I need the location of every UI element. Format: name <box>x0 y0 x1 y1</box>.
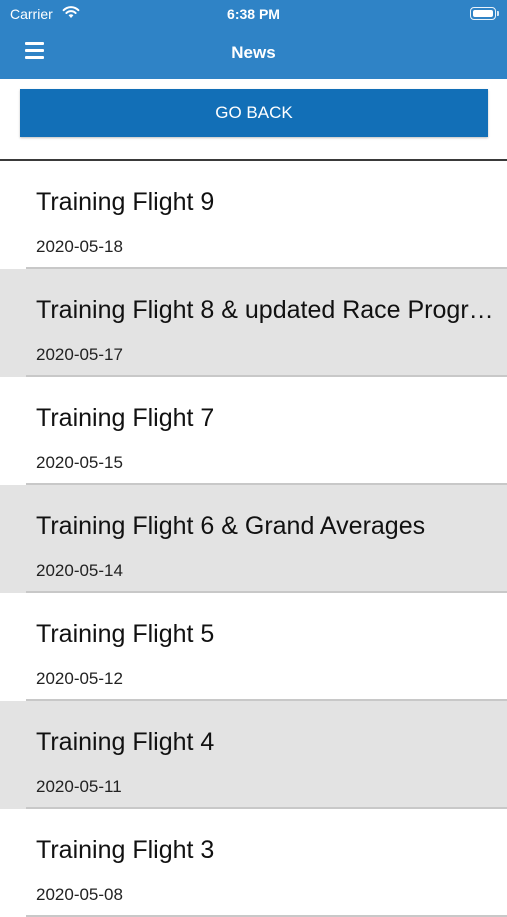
battery-icon <box>470 7 499 20</box>
news-item-title: Training Flight 8 & updated Race Program… <box>36 296 494 324</box>
news-list-item[interactable]: Training Flight 6 & Grand Averages 2020-0… <box>0 485 507 593</box>
news-item-title: Training Flight 7 <box>36 404 215 432</box>
clock: 6:38 PM <box>227 6 280 22</box>
news-item-date: 2020-05-15 <box>36 453 123 472</box>
news-item-date: 2020-05-17 <box>36 345 123 364</box>
news-item-title: Training Flight 9 <box>36 188 215 216</box>
news-item-title: Training Flight 3 <box>36 836 215 864</box>
back-button-area: GO BACK <box>0 79 507 161</box>
news-list-item[interactable]: Training Flight 5 2020-05-12 <box>0 593 507 701</box>
news-item-date: 2020-05-08 <box>36 885 123 904</box>
news-item-title: Training Flight 6 & Grand Averages <box>36 512 426 540</box>
status-bar: Carrier 6:38 PM <box>0 0 507 28</box>
news-list: Training Flight 9 2020-05-18 Training Flig… <box>0 161 507 917</box>
news-item-title: Training Flight 5 <box>36 620 215 648</box>
app-header: Carrier 6:38 PM News <box>0 0 507 79</box>
news-item-date: 2020-05-12 <box>36 669 123 688</box>
news-item-date: 2020-05-18 <box>36 237 123 256</box>
go-back-button[interactable]: GO BACK <box>20 89 488 137</box>
news-list-item[interactable]: Training Flight 8 & updated Race Program… <box>0 269 507 377</box>
news-list-item[interactable]: Training Flight 3 2020-05-08 <box>0 809 507 917</box>
news-list-item[interactable]: Training Flight 9 2020-05-18 <box>0 161 507 269</box>
news-list-item[interactable]: Training Flight 7 2020-05-15 <box>0 377 507 485</box>
news-item-date: 2020-05-14 <box>36 561 123 580</box>
news-item-date: 2020-05-11 <box>36 777 122 796</box>
page-title: News <box>231 43 276 62</box>
news-list-item[interactable]: Training Flight 4 2020-05-11 <box>0 701 507 809</box>
news-item-title: Training Flight 4 <box>36 728 215 756</box>
